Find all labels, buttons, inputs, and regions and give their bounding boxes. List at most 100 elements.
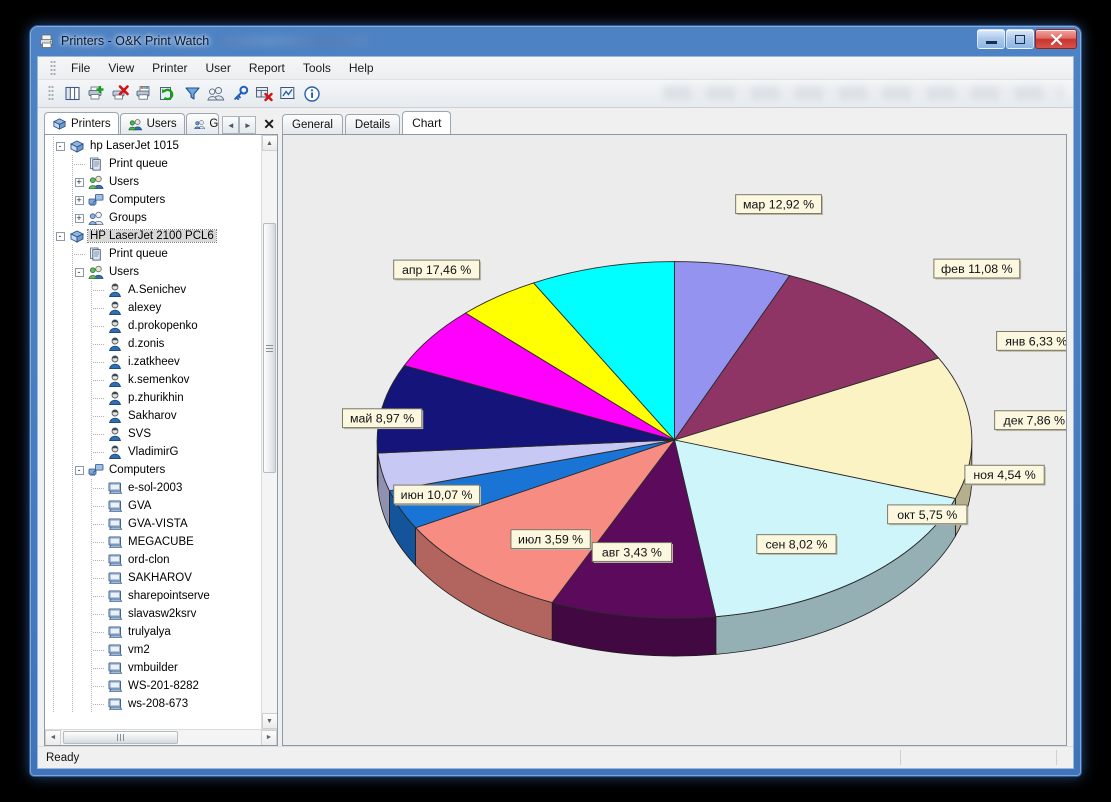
- tree-item[interactable]: e-sol-2003: [45, 479, 261, 497]
- tree-item[interactable]: - hp LaserJet 1015: [45, 137, 261, 155]
- menu-item-file[interactable]: File: [62, 58, 99, 78]
- tree-vertical-scrollbar[interactable]: ▲ ▼: [261, 135, 277, 729]
- printer-icon: [69, 140, 85, 153]
- tree-item[interactable]: p.zhurikhin: [45, 389, 261, 407]
- tab-scroll-prev-button[interactable]: ◄: [222, 116, 240, 134]
- tab-users[interactable]: Users: [119, 113, 185, 134]
- hscroll-thumb[interactable]: [63, 730, 178, 744]
- menu-item-user[interactable]: User: [196, 58, 239, 78]
- tree-item[interactable]: vm2: [45, 641, 261, 659]
- vscroll-track[interactable]: [261, 151, 277, 713]
- chart-panel[interactable]: янв 6,33 % фев 11,08 % мар 12,92 % апр 17,4…: [282, 134, 1067, 746]
- tree-item[interactable]: i.zatkheev: [45, 353, 261, 371]
- maximize-button[interactable]: [1006, 29, 1034, 49]
- menu-item-help[interactable]: Help: [340, 58, 383, 78]
- tree-item[interactable]: A.Senichev: [45, 281, 261, 299]
- tree-item[interactable]: ord-clon: [45, 551, 261, 569]
- tree-item-label: A.Senichev: [128, 284, 187, 296]
- filter-icon[interactable]: [180, 82, 204, 106]
- menu-grip-handle[interactable]: [50, 59, 56, 77]
- columns-icon[interactable]: [60, 82, 84, 106]
- scroll-up-button[interactable]: ▲: [261, 135, 277, 151]
- minimize-button[interactable]: [977, 29, 1005, 49]
- tree-item[interactable]: vmbuilder: [45, 659, 261, 677]
- tree-guide-line: [72, 353, 73, 371]
- menu-item-view[interactable]: View: [99, 58, 143, 78]
- tree-guide-line: [53, 551, 54, 569]
- tree-item[interactable]: ws-208-673: [45, 695, 261, 713]
- expand-toggle[interactable]: +: [70, 195, 88, 205]
- tree-item[interactable]: k.semenkov: [45, 371, 261, 389]
- tab-details[interactable]: Details: [344, 114, 401, 134]
- tree-item[interactable]: trulyalya: [45, 623, 261, 641]
- tree-leaf-connector: [92, 451, 104, 453]
- collapse-toggle[interactable]: -: [51, 141, 69, 151]
- tree-item[interactable]: + Groups: [45, 209, 261, 227]
- printer-properties-icon[interactable]: [132, 82, 156, 106]
- tab-chart[interactable]: Chart: [402, 111, 452, 134]
- tree-leaf-connector: [73, 163, 85, 165]
- tab-groups[interactable]: G: [185, 113, 220, 134]
- scroll-down-button[interactable]: ▼: [261, 713, 277, 729]
- tree-item[interactable]: + Computers: [45, 191, 261, 209]
- tree-item[interactable]: - HP LaserJet 2100 PCL6: [45, 227, 261, 245]
- tree-item[interactable]: GVA-VISTA: [45, 515, 261, 533]
- tab-printers[interactable]: Printers: [44, 112, 119, 134]
- tree-item[interactable]: Print queue: [45, 155, 261, 173]
- computers-icon: [88, 464, 104, 476]
- collapse-toggle[interactable]: -: [51, 231, 69, 241]
- pie-label-янв: янв 6,33 %: [996, 330, 1066, 352]
- tree-item[interactable]: VladimirG: [45, 443, 261, 461]
- scroll-right-button[interactable]: ►: [261, 729, 277, 745]
- groups-icon: [88, 211, 104, 225]
- tree-item[interactable]: d.prokopenko: [45, 317, 261, 335]
- users-icon: [127, 118, 142, 130]
- remove-entry-icon[interactable]: [252, 82, 276, 106]
- tree-item[interactable]: Print queue: [45, 245, 261, 263]
- tree-item[interactable]: - Users: [45, 263, 261, 281]
- menu-item-tools[interactable]: Tools: [294, 58, 340, 78]
- info-icon[interactable]: [300, 82, 324, 106]
- minus-icon: -: [55, 231, 65, 241]
- expand-toggle[interactable]: +: [70, 177, 88, 187]
- tab-scroll-next-button[interactable]: ►: [239, 116, 257, 134]
- tree-item[interactable]: - Computers: [45, 461, 261, 479]
- tree-item[interactable]: WS-201-8282: [45, 677, 261, 695]
- tree-horizontal-scrollbar[interactable]: ◄ ►: [45, 729, 277, 745]
- tree-item[interactable]: SAKHAROV: [45, 569, 261, 587]
- expand-toggle[interactable]: +: [70, 213, 88, 223]
- tab-general[interactable]: General: [282, 114, 343, 134]
- close-button[interactable]: [1035, 29, 1077, 49]
- tree-leaf-spacer: [89, 487, 107, 489]
- tree-item[interactable]: SVS: [45, 425, 261, 443]
- refresh-icon[interactable]: [156, 82, 180, 106]
- tree-item[interactable]: Sakharov: [45, 407, 261, 425]
- menu-item-printer[interactable]: Printer: [143, 58, 196, 78]
- menu-item-report[interactable]: Report: [240, 58, 294, 78]
- delete-printer-icon[interactable]: [108, 82, 132, 106]
- collapse-toggle[interactable]: -: [70, 267, 88, 277]
- report-icon[interactable]: [276, 82, 300, 106]
- tree-item[interactable]: sharepointserve: [45, 587, 261, 605]
- users-glyph: [207, 86, 225, 101]
- tree-leaf-spacer: [70, 163, 88, 165]
- tree-guide-line: [53, 191, 54, 209]
- tree-item[interactable]: d.zonis: [45, 335, 261, 353]
- close-tab-button[interactable]: ✕: [260, 114, 278, 134]
- tree-item[interactable]: MEGACUBE: [45, 533, 261, 551]
- filter-glyph: [184, 87, 200, 100]
- scroll-left-button[interactable]: ◄: [45, 729, 61, 745]
- collapse-toggle[interactable]: -: [70, 465, 88, 475]
- toolbar-grip-handle[interactable]: [48, 85, 54, 102]
- tree-item[interactable]: GVA: [45, 497, 261, 515]
- hscroll-track[interactable]: [61, 729, 261, 745]
- tree-view[interactable]: - hp LaserJet 1015 Print queue + Users + Compu…: [45, 135, 261, 729]
- scroll-grip: [117, 733, 124, 741]
- add-printer-icon[interactable]: [84, 82, 108, 106]
- tree-item[interactable]: slavasw2ksrv: [45, 605, 261, 623]
- vscroll-thumb[interactable]: [262, 223, 276, 473]
- users-icon[interactable]: [204, 82, 228, 106]
- key-icon[interactable]: [228, 82, 252, 106]
- tree-item[interactable]: + Users: [45, 173, 261, 191]
- tree-item[interactable]: alexey: [45, 299, 261, 317]
